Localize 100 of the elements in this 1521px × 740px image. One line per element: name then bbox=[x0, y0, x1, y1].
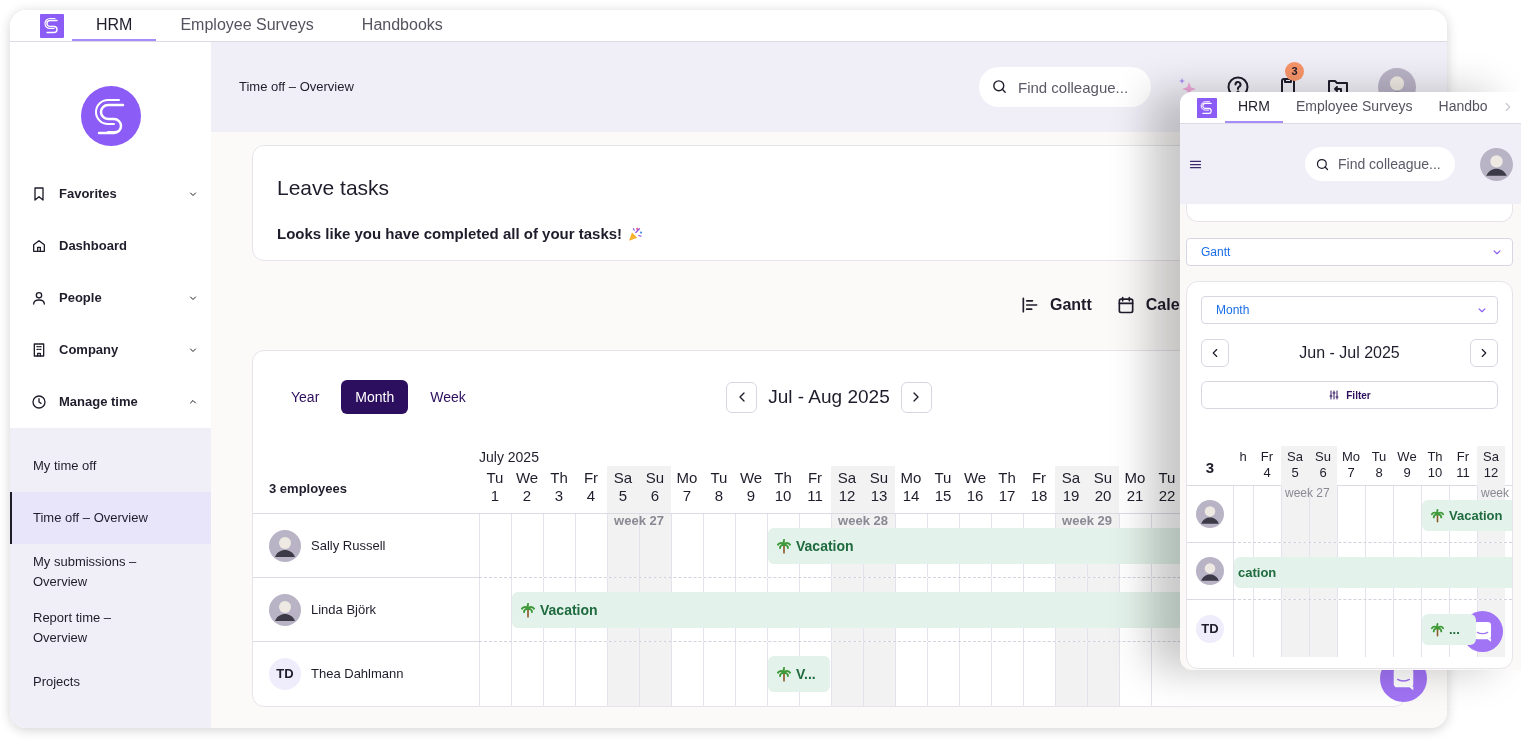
avatar-initials: TD bbox=[1196, 614, 1224, 643]
avatar bbox=[269, 593, 301, 626]
week-label: week 27 bbox=[1285, 487, 1330, 499]
bar-label: V... bbox=[796, 664, 816, 684]
range-tab[interactable]: Year bbox=[277, 380, 334, 414]
nav-label: Manage time bbox=[59, 393, 139, 412]
day-label: Sa 12 bbox=[1477, 446, 1505, 486]
previous-button[interactable] bbox=[726, 381, 758, 413]
employee-name: Sally Russell bbox=[311, 536, 386, 555]
day-label: Su 13 bbox=[863, 466, 895, 513]
view-option[interactable]: Gantt bbox=[1050, 293, 1092, 317]
palm-tree-icon bbox=[776, 666, 792, 682]
day-label: We 9 bbox=[1396, 448, 1418, 482]
range-tab[interactable]: Week bbox=[416, 380, 480, 414]
range-select[interactable]: Month bbox=[1216, 301, 1250, 319]
avatar bbox=[1196, 557, 1224, 585]
range-tab[interactable]: Month bbox=[341, 380, 409, 414]
nav-icon bbox=[31, 290, 47, 306]
avatar bbox=[1196, 500, 1224, 528]
search-field[interactable]: Find colleague... bbox=[979, 67, 1151, 107]
filter-icon bbox=[1328, 389, 1341, 401]
nav-icon bbox=[31, 186, 47, 202]
day-label: Th 3 bbox=[549, 468, 569, 506]
nav-subitem[interactable]: My time off bbox=[33, 456, 97, 476]
palm-tree-icon bbox=[776, 538, 792, 554]
day-label: Fr 4 bbox=[582, 468, 600, 506]
notification-badge: 3 bbox=[1285, 62, 1304, 81]
vacation-bar[interactable]: cation bbox=[1234, 557, 1512, 588]
vacation-bar[interactable]: ... bbox=[1422, 614, 1476, 645]
day-label: Th 10 bbox=[773, 468, 793, 506]
period-label: Jun - Jul 2025 bbox=[1299, 343, 1400, 363]
week-label: week bbox=[1481, 487, 1509, 499]
card-title: Leave tasks bbox=[277, 175, 391, 201]
day-label: Tu 15 bbox=[933, 468, 953, 506]
nav-subitem[interactable]: Report time – Overview bbox=[33, 608, 163, 648]
breadcrumb: Time off – Overview bbox=[239, 78, 355, 97]
nav-subitem[interactable]: My submissions – Overview bbox=[33, 552, 163, 592]
weekend-shading bbox=[1281, 600, 1309, 657]
nav-label: Favorites bbox=[59, 185, 118, 204]
logo-icon[interactable] bbox=[40, 13, 64, 38]
bar-label: Vacation bbox=[540, 600, 598, 620]
avatar-initials: TD bbox=[269, 658, 301, 690]
search-field[interactable]: Find colleague... bbox=[1305, 147, 1455, 181]
nav-label: Dashboard bbox=[59, 237, 128, 256]
view-option[interactable]: Cale bbox=[1145, 293, 1180, 317]
nav-subitem[interactable]: Projects bbox=[33, 672, 80, 692]
app-tab[interactable]: Handbo bbox=[1425, 92, 1501, 123]
day-label: We 2 bbox=[514, 468, 540, 506]
bar-label: ... bbox=[1449, 620, 1460, 639]
nav-label: People bbox=[59, 289, 103, 308]
employee-name: Thea Dahlmann bbox=[311, 665, 404, 684]
nav-icon bbox=[31, 238, 47, 254]
month-label: July 2025 bbox=[479, 448, 539, 466]
day-label: Tu 22 bbox=[1157, 468, 1177, 506]
view-select[interactable]: Gantt bbox=[1201, 243, 1231, 261]
palm-tree-icon bbox=[1430, 508, 1445, 523]
app-tab[interactable]: Employee Surveys bbox=[1282, 92, 1426, 123]
period-label: Jul - Aug 2025 bbox=[767, 384, 891, 409]
day-label: Fr 11 bbox=[806, 468, 824, 506]
week-label: week 27 bbox=[613, 515, 665, 527]
day-label: Th 17 bbox=[997, 468, 1017, 506]
day-label: Th 10 bbox=[1426, 448, 1444, 482]
avatar[interactable] bbox=[1480, 147, 1513, 181]
day-label: Mo 14 bbox=[899, 468, 923, 506]
day-label: Sa 5 bbox=[607, 466, 639, 513]
day-label: Sa 12 bbox=[831, 466, 863, 513]
day-label: Mo 7 bbox=[1340, 448, 1362, 482]
day-label: Sa 5 bbox=[1281, 446, 1309, 486]
message-text: Looks like you have completed all of your tasks! bbox=[277, 223, 623, 244]
week-label: week 29 bbox=[1061, 515, 1113, 527]
day-label: Su 6 bbox=[1309, 446, 1337, 486]
app-tab[interactable]: Employee Surveys bbox=[156, 10, 338, 41]
palm-tree-icon bbox=[520, 602, 536, 618]
day-label: Mo 7 bbox=[675, 468, 699, 506]
employee-name: Linda Björk bbox=[311, 600, 377, 619]
search-icon bbox=[991, 78, 1008, 95]
employee-count: 3 employees bbox=[269, 479, 348, 498]
weekend-shading bbox=[1309, 600, 1337, 657]
bar-label: Vacation bbox=[796, 536, 854, 556]
next-button[interactable] bbox=[900, 381, 932, 413]
palm-tree-icon bbox=[1430, 622, 1445, 637]
vacation-bar[interactable]: Vacation bbox=[1422, 500, 1512, 531]
filter-button[interactable]: Filter bbox=[1201, 381, 1498, 409]
day-label: We 16 bbox=[962, 468, 988, 506]
avatar bbox=[269, 529, 301, 562]
logo-icon[interactable] bbox=[1197, 97, 1217, 118]
bar-label: cation bbox=[1238, 563, 1277, 582]
day-label: h bbox=[1238, 448, 1248, 466]
nav-icon bbox=[31, 342, 47, 358]
day-label: Su 20 bbox=[1087, 466, 1119, 513]
day-label: Sa 19 bbox=[1055, 466, 1087, 513]
day-label: Fr 18 bbox=[1029, 468, 1049, 506]
app-tab[interactable]: Handbooks bbox=[337, 10, 467, 41]
day-label: Mo 21 bbox=[1123, 468, 1147, 506]
nav-icon bbox=[31, 394, 47, 410]
logo-icon[interactable] bbox=[80, 86, 141, 146]
employee-count: 3 bbox=[1205, 458, 1215, 479]
vacation-bar[interactable]: V... bbox=[768, 656, 830, 692]
gantt-icon[interactable] bbox=[1020, 295, 1040, 315]
day-label: Tu 1 bbox=[485, 468, 505, 506]
